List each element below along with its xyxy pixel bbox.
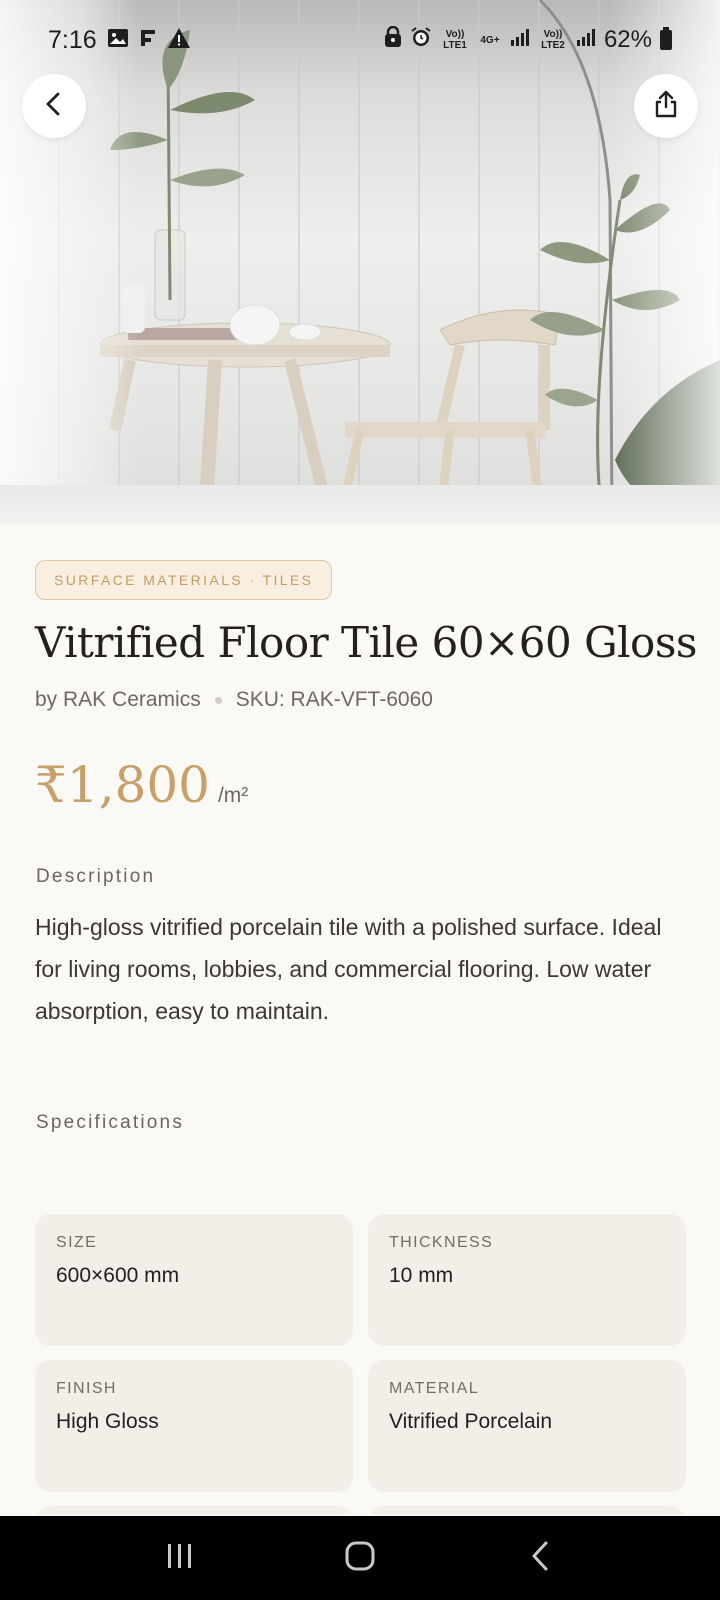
signal-icon [576,26,596,54]
category-badge: SURFACE MATERIALS · TILES [35,560,333,600]
specifications-grid: SIZE 600×600 mm THICKNESS 10 mm FINISH H… [35,1214,686,1514]
spec-card-partial [368,1506,686,1514]
spec-card-thickness: THICKNESS 10 mm [368,1214,686,1346]
product-title: Vitrified Floor Tile 60×60 Gloss [35,618,697,667]
warning-icon [167,27,191,53]
spec-key: SIZE [56,1234,98,1251]
battery-icon [660,27,672,50]
spec-value: 10 mm [389,1264,454,1287]
flipboard-icon [139,28,157,52]
home-icon [344,1540,376,1576]
price-value: ₹1,800 [35,756,210,814]
floor [0,485,720,525]
arrow-left-icon [41,91,67,121]
back-icon [529,1540,551,1576]
spec-value: Vitrified Porcelain [389,1410,553,1433]
alarm-icon [410,26,432,55]
spec-value: High Gloss [56,1410,159,1433]
nav-back-button[interactable] [510,1528,570,1588]
description-text: High-gloss vitrified porcelain tile with… [35,914,662,1024]
product-meta: by RAK Ceramics SKU: RAK-VFT-6060 [35,688,433,712]
separator-dot [214,696,222,704]
gallery-icon [107,28,129,52]
spec-card-finish: FINISH High Gloss [35,1360,353,1492]
battery-percent: 62% [603,26,652,53]
status-bar: 7:16 Vo)) LTE1 4G+ Vo)) LTE2 62% [0,0,720,80]
spec-value: 600×600 mm [56,1264,180,1287]
share-icon [653,90,679,122]
spec-key: FINISH [56,1380,117,1397]
recent-apps-button[interactable] [150,1528,210,1588]
price-row: ₹1,800 /m² [35,760,248,810]
home-button[interactable] [330,1528,390,1588]
lte1-icon: Vo)) LTE1 [443,29,467,51]
status-bar-left: 7:16 [48,26,191,55]
status-bar-right: Vo)) LTE1 4G+ Vo)) LTE2 62% [384,25,672,55]
spec-card-size: SIZE 600×600 mm [35,1214,353,1346]
specifications-heading: Specifications [36,1112,185,1133]
brand-name: by RAK Ceramics [35,688,201,711]
sku-code: SKU: RAK-VFT-6060 [235,688,433,711]
4g-icon: 4G+ [480,34,500,46]
description-heading: Description [36,866,156,887]
spec-key: MATERIAL [389,1380,480,1397]
back-button[interactable] [22,74,86,138]
price-unit: /m² [217,784,249,807]
share-button[interactable] [634,74,698,138]
spec-card-material: MATERIAL Vitrified Porcelain [368,1360,686,1492]
signal-icon [510,26,530,54]
spec-key: THICKNESS [389,1234,494,1251]
spec-card-partial [35,1506,353,1514]
clock: 7:16 [48,25,97,54]
lock-icon [384,25,402,55]
recent-apps-icon [165,1542,195,1574]
lte2-icon: Vo)) LTE2 [541,29,565,51]
system-navigation-bar [0,1516,720,1600]
